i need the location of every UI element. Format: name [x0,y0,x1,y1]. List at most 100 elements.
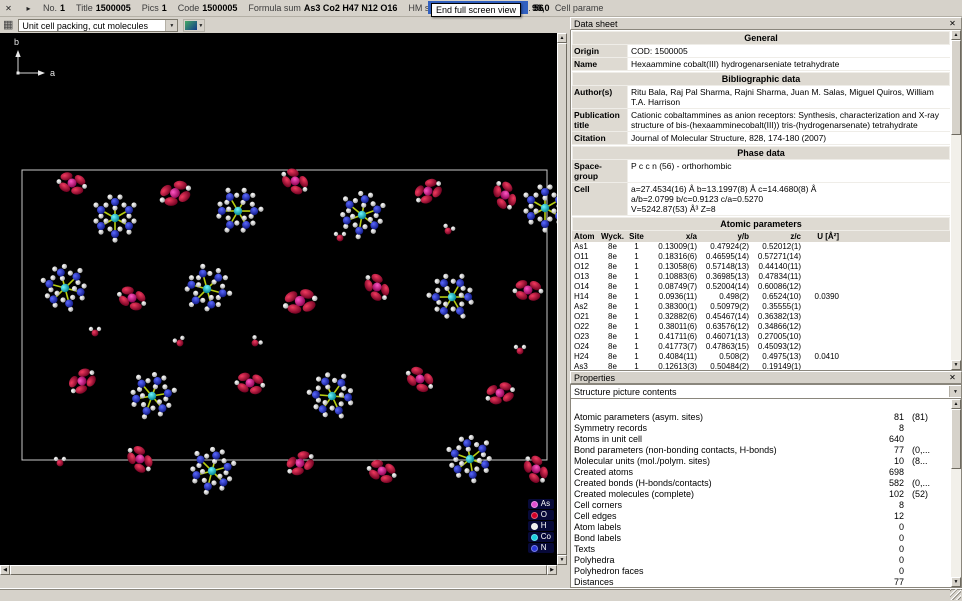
u-cell [803,272,841,282]
zc-cell: 0.19149(1) [751,362,803,370]
close-icon[interactable]: ✕ [947,19,958,28]
site-cell: 1 [626,272,647,282]
property-value: 12 [866,511,904,521]
property-value: 81 [866,412,904,422]
datasheet-header: Data sheet ✕ [570,17,962,30]
scrollbar-thumb[interactable] [557,43,567,555]
properties-scrollbar[interactable]: ▲ ▼ [951,399,961,587]
record-field-value: 1 [60,3,65,13]
record-field-value: 90,0 [532,3,550,13]
atom-cell: H24 [572,352,599,362]
datasheet-row-value: a=27.4534(16) Å b=13.1997(8) Å c=14.4680… [628,183,819,215]
site-cell: 1 [626,342,647,352]
table-row: O24 8e 1 0.41773(7) 0.47863(15) 0.45093(… [572,342,950,352]
property-row: Bond parameters (non-bonding contacts, H… [571,444,951,455]
datasheet-row: Space-group P c c n (56) - orthorhombic [572,160,950,183]
property-value: 640 [866,434,904,444]
zc-cell: 0.6524(10) [751,292,803,302]
site-cell: 1 [626,362,647,370]
site-cell: 1 [626,322,647,332]
u-cell [803,332,841,342]
xa-cell: 0.0936(11) [647,292,699,302]
table-row: O22 8e 1 0.38011(6) 0.63576(12) 0.34866(… [572,322,950,332]
table-grid-icon[interactable]: ▦ [3,20,13,31]
scrollbar-thumb[interactable] [951,409,961,469]
zc-cell: 0.47834(11) [751,272,803,282]
scroll-down-icon[interactable]: ▼ [951,577,961,587]
record-field: Title 1500005 [76,3,131,13]
property-row: Cell edges 12 [571,510,951,521]
datasheet-row: Publication title Cationic cobaltammines… [572,109,950,132]
yb-cell: 0.508(2) [699,352,751,362]
atom-cell: O21 [572,312,599,322]
datasheet-scrollbar[interactable]: ▲ ▼ [951,30,961,370]
property-row: Texts 0 [571,543,951,554]
u-cell [803,322,841,332]
zc-cell: 0.57271(14) [751,252,803,262]
properties-category-combo[interactable]: Structure picture contents ▼ [570,384,962,399]
datasheet-row-label: Origin [572,45,628,57]
scroll-up-icon[interactable]: ▲ [951,399,961,409]
wyckoff-cell: 8e [599,352,626,362]
table-row: O21 8e 1 0.32882(6) 0.45467(14) 0.36382(… [572,312,950,322]
axes-indicator: b a [14,37,55,78]
picture-content-combo[interactable]: Unit cell packing, cut molecules ▼ [18,19,178,32]
site-cell: 1 [626,292,647,302]
zc-cell: 0.34866(12) [751,322,803,332]
u-cell [803,262,841,272]
close-icon[interactable]: ✕ [3,4,14,13]
status-bar [0,588,962,601]
u-cell: 0.0410 [803,352,841,362]
atom-cell: As2 [572,302,599,312]
scroll-right-icon[interactable]: ▶ [547,565,557,575]
property-value: 77 [866,445,904,455]
chevron-down-icon[interactable]: ▼ [165,20,177,31]
xa-cell: 0.12613(3) [647,362,699,370]
canvas-horizontal-scrollbar[interactable]: ◀ ▶ [0,565,557,575]
close-icon[interactable]: ✕ [947,373,958,382]
scroll-up-icon[interactable]: ▲ [951,30,961,40]
scrollbar-thumb[interactable] [10,565,547,575]
atom-cell: O23 [572,332,599,342]
axis-a-label: a [50,68,55,78]
table-row: O12 8e 1 0.13058(6) 0.57148(13) 0.44140(… [572,262,950,272]
legend-item: As [528,499,554,509]
u-cell [803,282,841,292]
record-nav-icon[interactable]: ▸ [23,4,34,13]
chevron-down-icon[interactable]: ▼ [198,23,203,29]
wyckoff-cell: 8e [599,302,626,312]
scroll-down-icon[interactable]: ▼ [951,360,961,370]
xa-cell: 0.41711(6) [647,332,699,342]
xa-cell: 0.38300(1) [647,302,699,312]
legend-label: O [541,510,547,520]
yb-cell: 0.46595(14) [699,252,751,262]
scrollbar-thumb[interactable] [951,40,961,135]
legend-label: Co [541,532,551,542]
xa-cell: 0.41773(7) [647,342,699,352]
atom-cell: O24 [572,342,599,352]
wyckoff-cell: 8e [599,322,626,332]
datasheet-row-label: Space-group [572,160,628,182]
yb-cell: 0.498(2) [699,292,751,302]
property-name: Bond parameters (non-bonding contacts, H… [574,445,866,455]
xa-cell: 0.18316(6) [647,252,699,262]
scroll-up-icon[interactable]: ▲ [557,33,567,43]
canvas-vertical-scrollbar[interactable]: ▲ ▼ [557,33,567,565]
structure-canvas[interactable]: b a [0,33,557,565]
section-header-phase: Phase data [572,146,950,160]
resize-grip[interactable] [950,589,961,600]
atom-color-dot [531,534,538,541]
properties-body: Atomic parameters (asym. sites) 81 (81) … [570,399,962,588]
property-value: 0 [866,566,904,576]
chevron-down-icon[interactable]: ▼ [949,386,961,397]
atom-color-dot [531,501,538,508]
property-row: Bond labels 0 [571,532,951,543]
scroll-left-icon[interactable]: ◀ [0,565,10,575]
site-cell: 1 [626,262,647,272]
scroll-down-icon[interactable]: ▼ [557,555,567,565]
record-field-value: 1500005 [96,3,131,13]
picture-style-button[interactable]: ▼ [183,19,205,32]
table-row: As3 8e 1 0.12613(3) 0.50484(2) 0.19149(1… [572,362,950,370]
property-name: Polyhedron faces [574,566,866,576]
property-name: Cell edges [574,511,866,521]
